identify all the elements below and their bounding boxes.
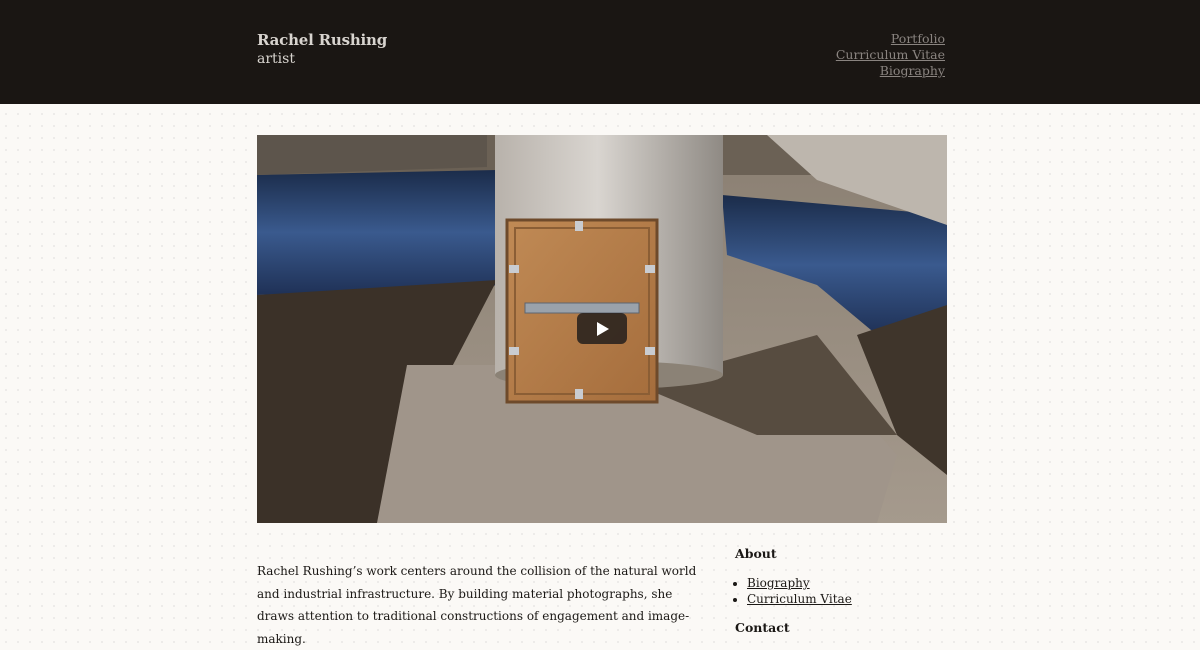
about-heading: About [735, 546, 777, 561]
main-nav: Portfolio Curriculum Vitae Biography [836, 31, 945, 79]
site-header: Rachel Rushing artist Portfolio Curricul… [0, 0, 1200, 104]
play-button[interactable] [577, 313, 627, 344]
sidebar-link-biography[interactable]: Biography [747, 576, 810, 590]
nav-link-curriculum-vitae[interactable]: Curriculum Vitae [836, 47, 945, 63]
list-item: Biography [747, 575, 945, 591]
intro-text: Rachel Rushing’s work centers around the… [257, 564, 697, 646]
sidebar-link-curriculum-vitae[interactable]: Curriculum Vitae [747, 592, 852, 606]
site-branding: Rachel Rushing artist [257, 31, 387, 67]
list-item: Curriculum Vitae [747, 591, 945, 607]
play-icon [597, 322, 609, 336]
about-links: Biography Curriculum Vitae [735, 575, 945, 607]
video-player[interactable] [257, 135, 947, 523]
site-tagline: artist [257, 51, 295, 67]
site-title[interactable]: Rachel Rushing [257, 31, 387, 49]
sidebar: About Biography Curriculum Vitae Contact [735, 546, 945, 635]
nav-link-biography[interactable]: Biography [836, 63, 945, 79]
nav-link-portfolio[interactable]: Portfolio [836, 31, 945, 47]
contact-heading: Contact [735, 620, 790, 635]
